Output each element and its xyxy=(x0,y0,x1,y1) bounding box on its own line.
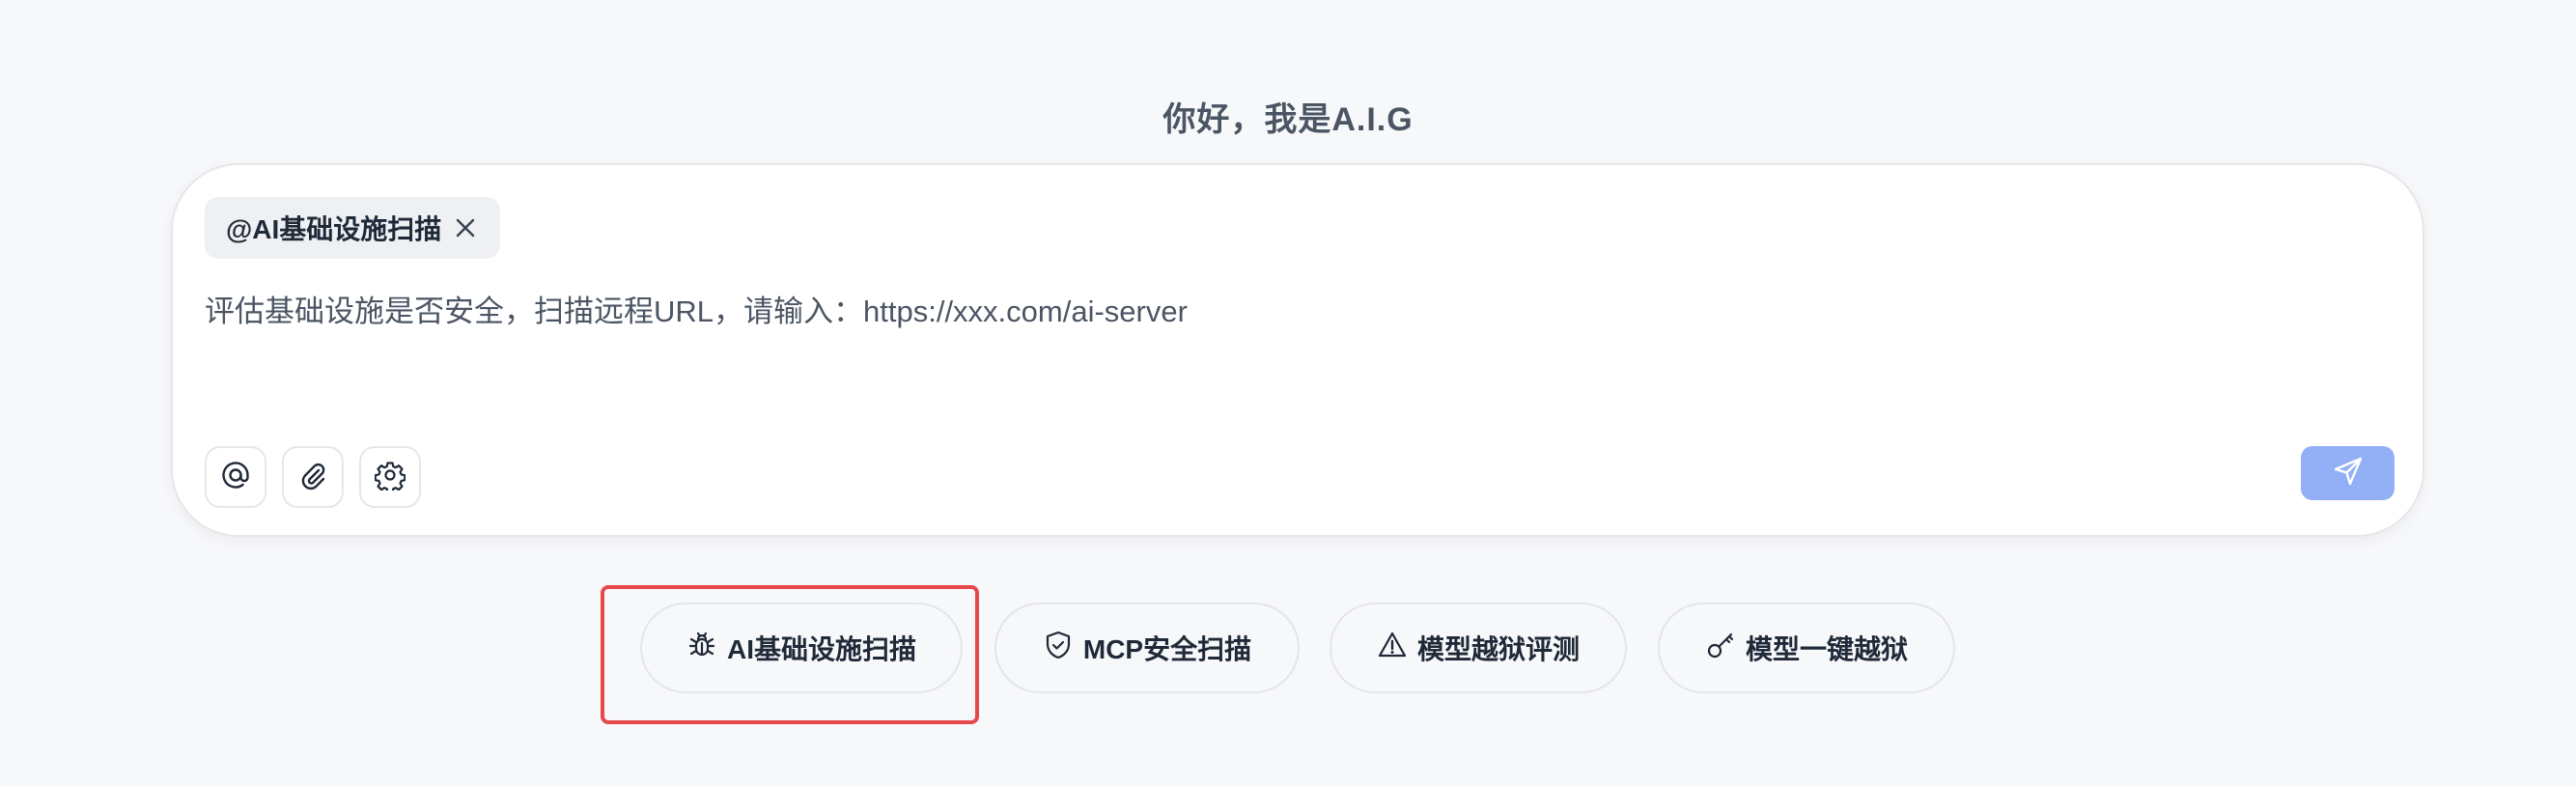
close-icon[interactable] xyxy=(452,214,479,241)
quick-action-label: 模型越狱评测 xyxy=(1416,634,1580,664)
paperclip-icon xyxy=(297,460,328,495)
skill-tag-label: @AI基础设施扫描 xyxy=(226,214,442,244)
warning-icon xyxy=(1377,630,1408,667)
attach-button[interactable] xyxy=(282,446,344,508)
quick-action-mcp-scan[interactable]: MCP安全扫描 xyxy=(994,603,1300,693)
selected-skill-tag: @AI基础设施扫描 xyxy=(205,197,500,259)
bug-icon xyxy=(686,630,717,667)
key-icon xyxy=(1705,630,1736,667)
prompt-textarea[interactable]: 评估基础设施是否安全，扫描远程URL，请输入：https://xxx.com/a… xyxy=(205,287,1188,330)
chat-input-box[interactable]: @AI基础设施扫描 评估基础设施是否安全，扫描远程URL，请输入：https:/… xyxy=(171,163,2424,537)
at-icon xyxy=(220,460,251,495)
settings-button[interactable] xyxy=(359,446,421,508)
quick-action-ai-infra-scan[interactable]: AI基础设施扫描 xyxy=(640,603,963,693)
quick-action-one-click-jailbreak[interactable]: 模型一键越狱 xyxy=(1658,603,1955,693)
quick-action-label: AI基础设施扫描 xyxy=(726,634,916,664)
shield-check-icon xyxy=(1043,630,1074,667)
send-icon xyxy=(2332,455,2365,492)
greeting-title: 你好，我是A.I.G xyxy=(1162,101,1414,138)
quick-action-jailbreak-eval[interactable]: 模型越狱评测 xyxy=(1330,603,1627,693)
quick-action-label: 模型一键越狱 xyxy=(1745,634,1908,664)
send-button[interactable] xyxy=(2301,446,2394,500)
mention-button[interactable] xyxy=(205,446,266,508)
gear-icon xyxy=(374,460,406,495)
quick-action-label: MCP安全扫描 xyxy=(1082,634,1252,664)
